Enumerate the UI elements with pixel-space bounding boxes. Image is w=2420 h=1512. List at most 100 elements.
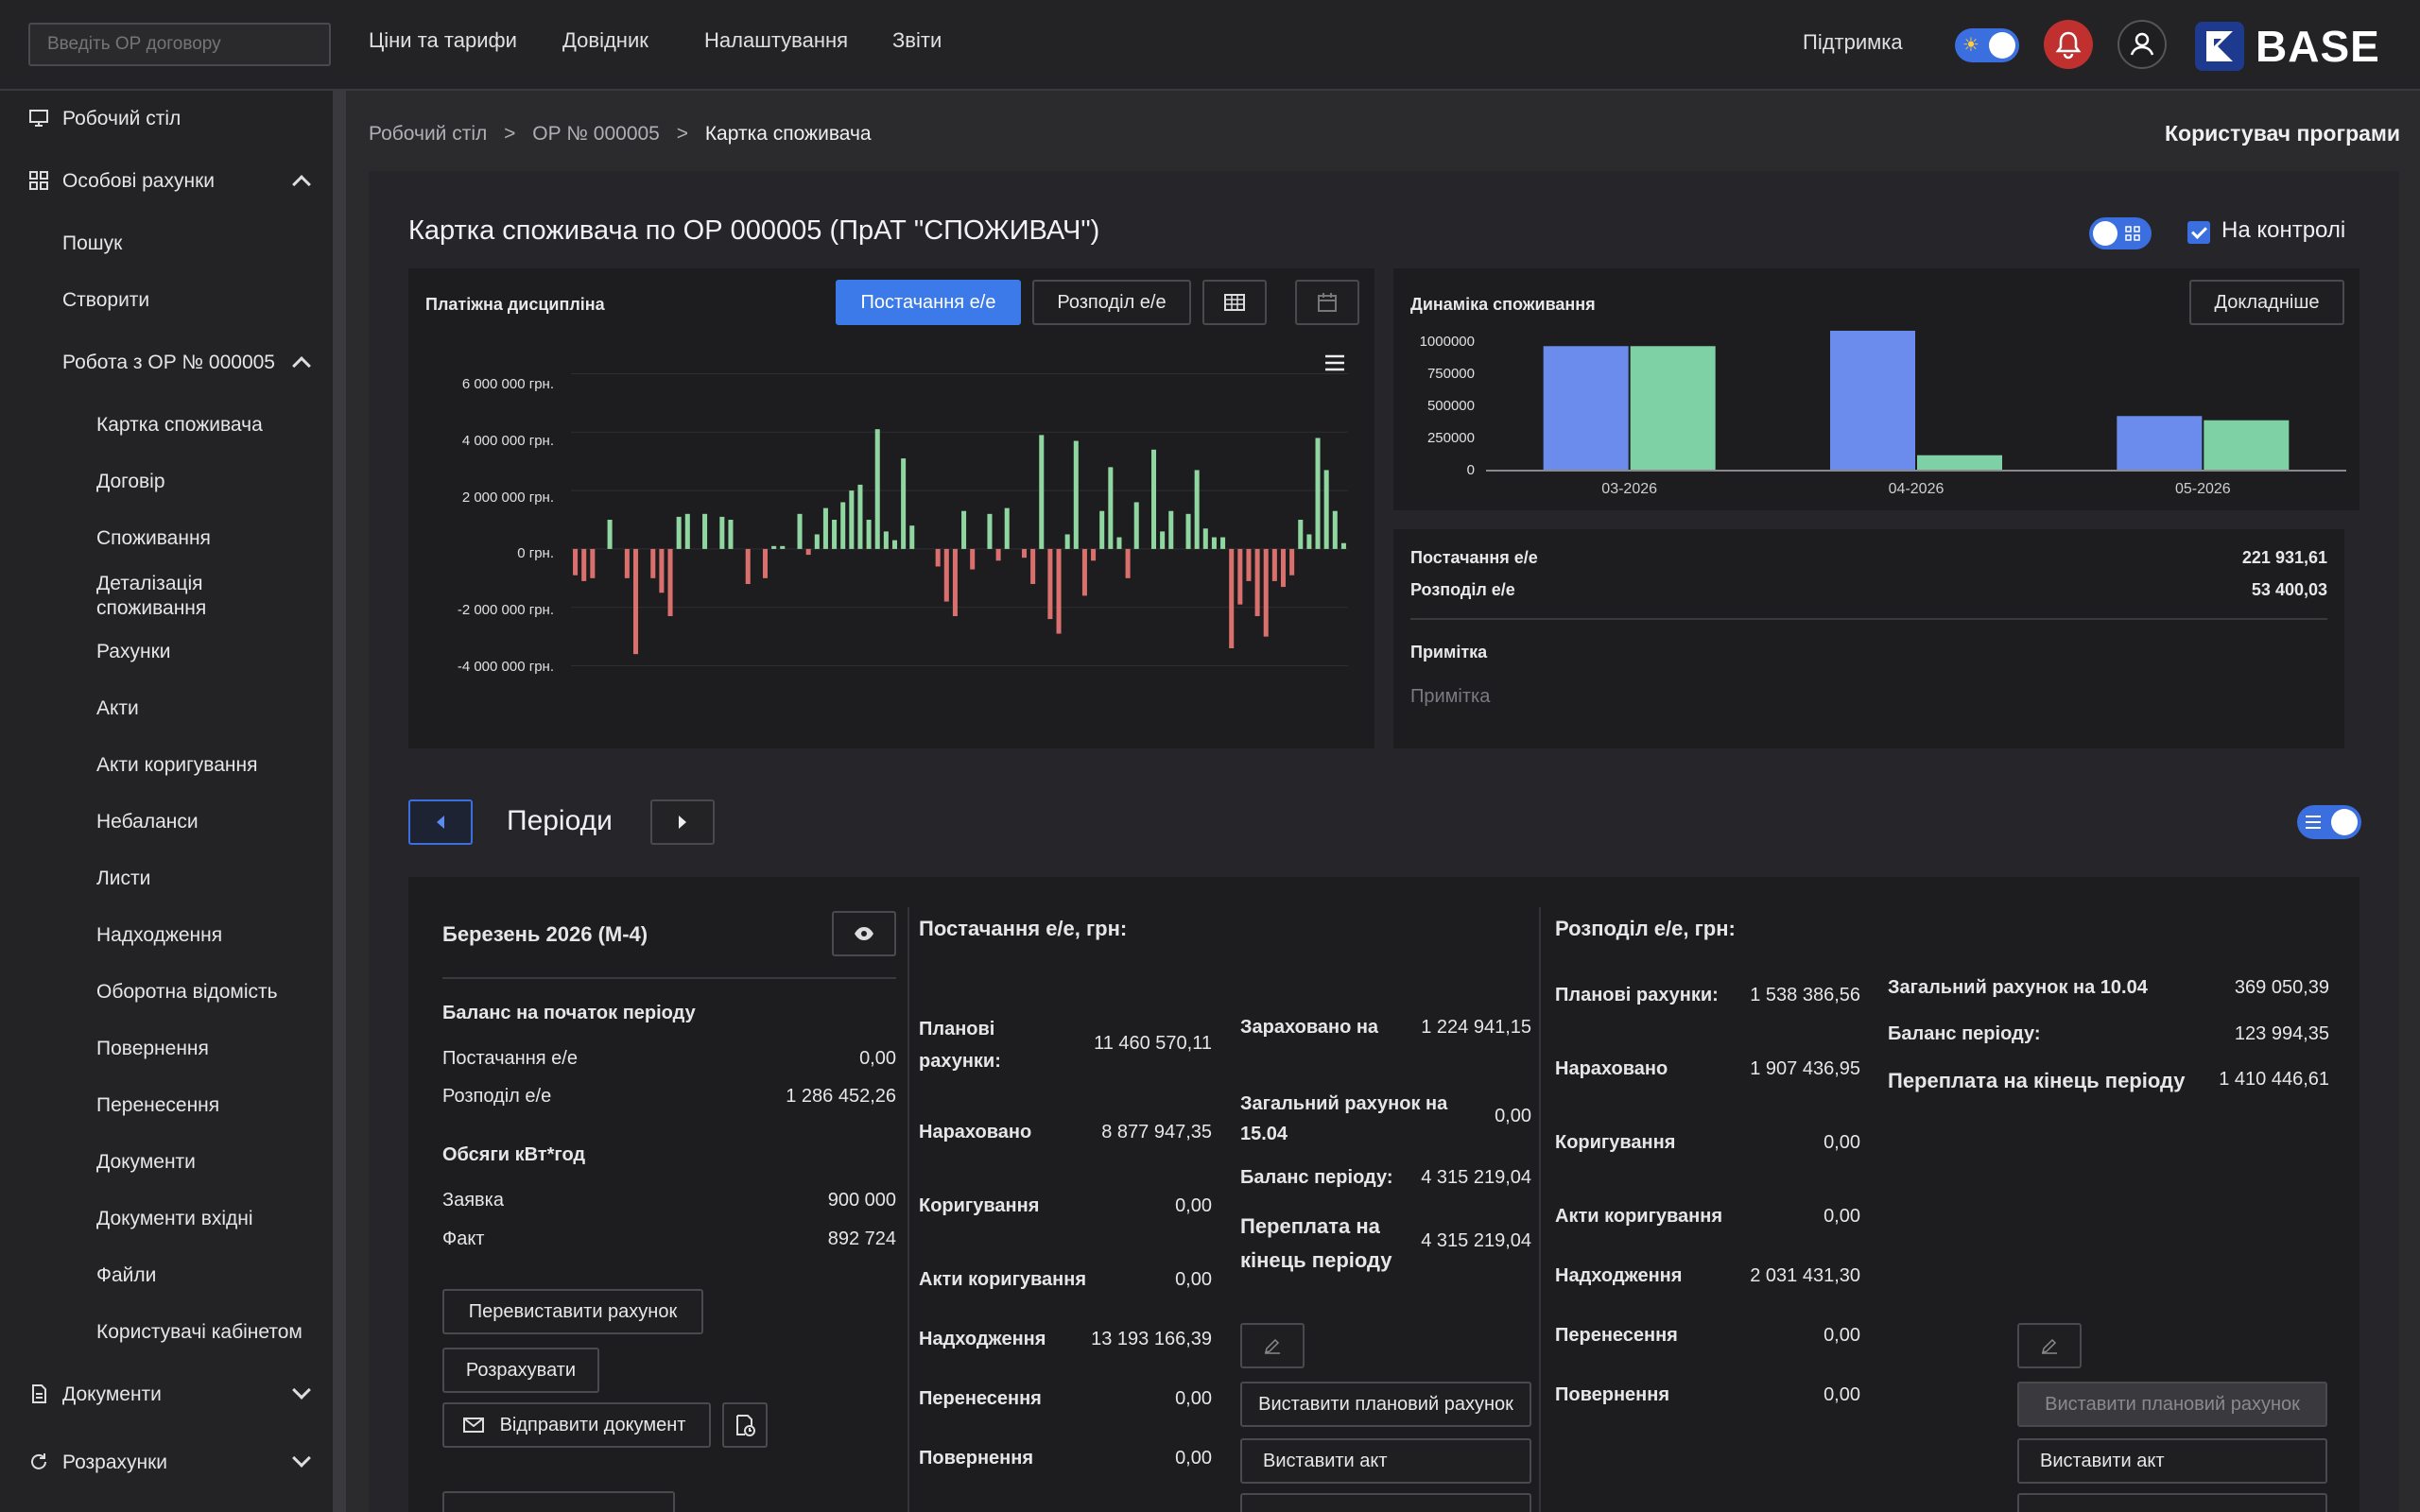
notifications-button[interactable] xyxy=(2044,20,2093,69)
chart-bar xyxy=(1168,510,1174,549)
distribution-tab-button[interactable]: Розподіл е/е xyxy=(1032,280,1191,325)
nav-prices[interactable]: Ціни та тарифи xyxy=(369,28,517,53)
next-period-button[interactable] xyxy=(650,799,715,845)
nav-settings[interactable]: Налаштування xyxy=(704,28,848,53)
supply-tab-button[interactable]: Постачання е/е xyxy=(836,280,1021,325)
dist-plan-invoice-button[interactable]: Виставити плановий рахунок xyxy=(2017,1382,2327,1427)
dist-issue-act-button[interactable]: Виставити акт xyxy=(2017,1438,2327,1484)
y-tick-label: 250000 xyxy=(1426,430,1475,446)
chart-bar xyxy=(883,531,889,549)
chart-bar xyxy=(1917,455,2002,471)
sidebar-item-returns[interactable]: Повернення xyxy=(96,1038,209,1060)
profile-button[interactable] xyxy=(2118,20,2167,69)
sidebar-item-receipts[interactable]: Надходження xyxy=(96,924,222,947)
document-history-button[interactable] xyxy=(722,1402,768,1448)
distribution-summary-value: 53 400,03 xyxy=(2251,580,2327,599)
supply-returns-label: Повернення xyxy=(919,1448,1033,1469)
y-tick-label: 750000 xyxy=(1426,366,1475,382)
sidebar-item-transfers[interactable]: Перенесення xyxy=(96,1094,219,1117)
nav-reports[interactable]: Звіти xyxy=(892,28,942,53)
chart-bar xyxy=(624,548,630,578)
sidebar-item-accounts[interactable]: Особові рахунки xyxy=(62,170,215,193)
sidebar-item-cabinet-users[interactable]: Користувачі кабінетом xyxy=(96,1321,302,1344)
supply-period-balance-value: 4 315 219,04 xyxy=(1421,1167,1531,1188)
note-input[interactable]: Примітка xyxy=(1410,686,1490,708)
sidebar-item-incoming-documents[interactable]: Документи вхідні xyxy=(96,1208,253,1230)
sidebar-item-files[interactable]: Файли xyxy=(96,1264,156,1287)
dist-more-button[interactable] xyxy=(2017,1493,2327,1512)
divider xyxy=(442,977,896,979)
chart-bar xyxy=(1108,467,1114,549)
supply-correction-label: Коригування xyxy=(919,1195,1040,1216)
dist-correction-value: 0,00 xyxy=(1824,1132,1860,1153)
sidebar-item-contract[interactable]: Договір xyxy=(96,471,165,493)
logo[interactable]: BASE xyxy=(2195,21,2380,72)
sidebar-item-work-with-account[interactable]: Робота з ОР № 000005 xyxy=(62,352,275,374)
list-view-toggle[interactable] xyxy=(2297,805,2361,839)
sidebar-item-create[interactable]: Створити xyxy=(62,289,149,312)
on-control-checkbox[interactable] xyxy=(2187,221,2210,244)
sidebar-item-correction-acts[interactable]: Акти коригування xyxy=(96,754,257,777)
dist-correction-acts-label: Акти коригування xyxy=(1555,1206,1723,1227)
details-button[interactable]: Докладніше xyxy=(2189,280,2344,325)
supply-edit-button[interactable] xyxy=(1240,1323,1305,1368)
sidebar-item-desktop[interactable]: Робочий стіл xyxy=(62,108,181,130)
chart-bar xyxy=(650,548,656,578)
dist-correction-acts-value: 0,00 xyxy=(1824,1206,1860,1227)
support-link[interactable]: Підтримка xyxy=(1803,30,1903,55)
theme-toggle[interactable]: ☀ xyxy=(1955,28,2019,62)
sidebar-item-invoices[interactable]: Рахунки xyxy=(96,641,171,663)
calculate-button[interactable]: Розрахувати xyxy=(442,1348,599,1393)
volume-fact-value: 892 724 xyxy=(827,1228,896,1249)
supply-issue-act-button[interactable]: Виставити акт xyxy=(1240,1438,1531,1484)
sidebar-item-imbalances[interactable]: Небаланси xyxy=(96,811,199,833)
balance-header: Баланс на початок періоду xyxy=(442,1003,696,1023)
breadcrumb-account[interactable]: ОР № 000005 xyxy=(532,123,660,145)
sidebar-item-consumption[interactable]: Споживання xyxy=(96,527,211,550)
supply-returns-value: 0,00 xyxy=(1175,1448,1212,1469)
sun-icon: ☀ xyxy=(1962,35,1979,56)
dist-edit-button[interactable] xyxy=(2017,1323,2082,1368)
balance-distribution-label: Розподіл е/е xyxy=(442,1086,552,1107)
chart-bar xyxy=(728,520,734,549)
contract-search-input[interactable] xyxy=(28,23,331,66)
reissue-invoice-button[interactable]: Перевиставити рахунок xyxy=(442,1289,703,1334)
calendar-button[interactable] xyxy=(1295,280,1359,325)
sidebar-item-search[interactable]: Пошук xyxy=(62,232,122,255)
caret-right-icon xyxy=(679,816,686,829)
sidebar-item-acts[interactable]: Акти xyxy=(96,697,139,720)
breadcrumb-desktop[interactable]: Робочий стіл xyxy=(369,123,487,145)
more-actions-button[interactable] xyxy=(442,1491,675,1512)
chart-bar xyxy=(943,548,949,602)
y-tick-label: 4 000 000 грн. xyxy=(461,433,554,449)
chart-bar xyxy=(667,548,673,616)
calendar-icon xyxy=(1318,293,1337,312)
send-document-button[interactable]: Відправити документ xyxy=(442,1402,711,1448)
chart-bar xyxy=(1220,537,1226,549)
y-tick-label: 2 000 000 грн. xyxy=(461,490,554,506)
sidebar-item-settlements[interactable]: Розрахунки xyxy=(62,1452,167,1474)
chart-bar xyxy=(659,548,665,593)
view-toggle[interactable] xyxy=(2089,217,2152,249)
supply-block-title: Постачання е/е, грн: xyxy=(919,917,1128,940)
toggle-knob xyxy=(2331,809,2358,835)
chart-bar xyxy=(1630,346,1716,471)
sidebar-item-consumption-details[interactable]: Деталізація споживання xyxy=(96,572,248,621)
sidebar-scrollbar[interactable] xyxy=(333,91,346,1512)
nav-directory[interactable]: Довідник xyxy=(562,28,648,53)
sidebar-item-consumer-card[interactable]: Картка споживача xyxy=(96,414,263,437)
sidebar-item-documents[interactable]: Документи xyxy=(62,1383,162,1406)
sidebar-item-turnover[interactable]: Оборотна відомість xyxy=(96,981,278,1004)
supply-more-button[interactable] xyxy=(1240,1493,1531,1512)
table-view-button[interactable] xyxy=(1202,280,1267,325)
supply-plan-invoice-button[interactable]: Виставити плановий рахунок xyxy=(1240,1382,1531,1427)
view-period-button[interactable] xyxy=(832,911,896,956)
chart-bar xyxy=(1306,534,1312,549)
supply-total-invoice-value: 0,00 xyxy=(1495,1106,1531,1126)
chart-bar xyxy=(771,545,777,549)
breadcrumb-current: Картка споживача xyxy=(704,123,872,145)
sidebar-item-documents-sub[interactable]: Документи xyxy=(96,1151,196,1174)
sidebar-item-letters[interactable]: Листи xyxy=(96,868,150,890)
prev-period-button[interactable] xyxy=(408,799,473,845)
y-tick-label: 1000000 xyxy=(1419,334,1475,350)
